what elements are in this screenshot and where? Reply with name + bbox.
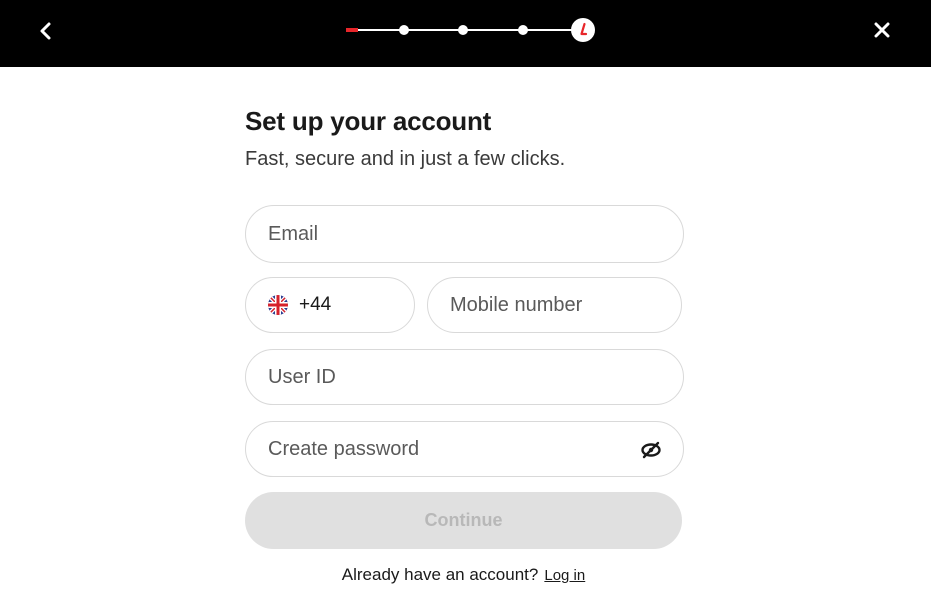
- chevron-left-icon: [40, 22, 51, 40]
- mobile-number-field[interactable]: [428, 293, 681, 317]
- progress-step-dot: [518, 25, 528, 35]
- uk-flag-icon: [268, 295, 288, 315]
- close-button[interactable]: [866, 14, 898, 46]
- progress-filled: [346, 28, 358, 32]
- form-header: Set up your account Fast, secure and in …: [245, 104, 685, 172]
- login-prompt-text: Already have an account?: [341, 565, 539, 584]
- back-button[interactable]: [30, 15, 62, 47]
- user-id-field-container: [245, 349, 684, 405]
- continue-button[interactable]: Continue: [245, 492, 682, 549]
- progress-end-marker: [571, 18, 595, 42]
- progress-step-dot: [399, 25, 409, 35]
- mobile-field-container: [427, 277, 682, 333]
- country-code-value: +44: [299, 294, 332, 315]
- progress-step-dot: [458, 25, 468, 35]
- country-code-select[interactable]: +44: [245, 277, 415, 333]
- email-field-container: [245, 205, 684, 263]
- page-subtitle: Fast, secure and in just a few clicks.: [245, 148, 566, 170]
- email-field[interactable]: [246, 222, 683, 246]
- page-title: Set up your account: [245, 106, 492, 136]
- user-id-field[interactable]: [246, 365, 683, 389]
- password-field[interactable]: [246, 437, 683, 461]
- login-link[interactable]: Log in: [544, 567, 585, 584]
- top-bar: [0, 0, 931, 67]
- eye-off-icon: [641, 441, 661, 459]
- close-icon: [874, 22, 890, 38]
- brand-l-icon: [580, 22, 588, 36]
- step-progress: [344, 17, 596, 45]
- login-prompt-row: Already have an account? Log in: [245, 565, 682, 585]
- password-field-container: [245, 421, 684, 477]
- password-visibility-toggle[interactable]: [639, 438, 663, 462]
